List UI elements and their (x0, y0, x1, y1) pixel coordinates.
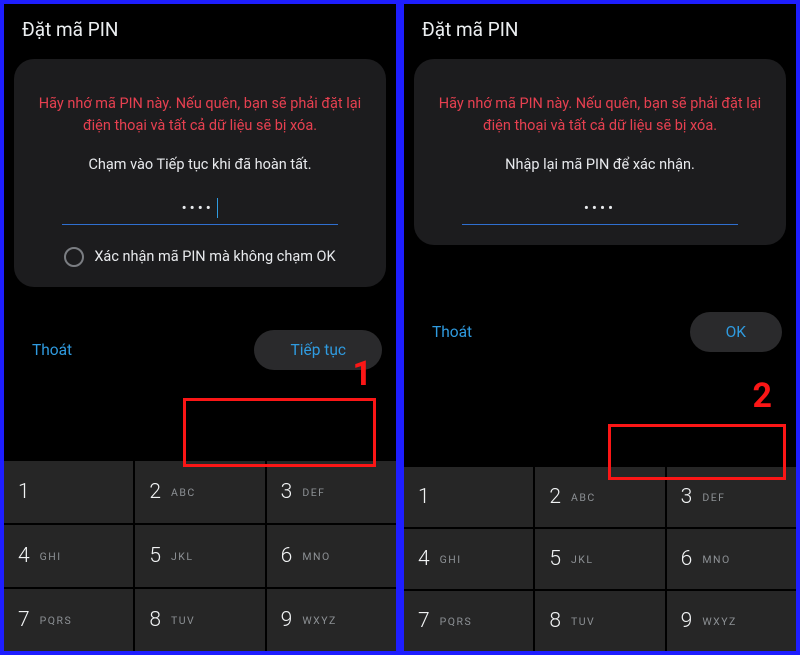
text-cursor (217, 198, 219, 218)
annotation-highlight-box (183, 398, 376, 467)
key-3[interactable]: 3DEF (667, 467, 796, 527)
instruction-text: Chạm vào Tiếp tục khi đã hoàn tất. (34, 156, 366, 173)
warning-text: Hãy nhớ mã PIN này. Nếu quên, bạn sẽ phả… (35, 93, 365, 138)
key-8[interactable]: 8TUV (535, 591, 664, 651)
numeric-keypad: 1 2ABC 3DEF 4GHI 5JKL 6MNO 7PQRS 8TUV 9W… (404, 465, 796, 651)
action-bar: Thoát Tiếp tục (4, 325, 396, 375)
annotation-step-number: 1 (352, 354, 372, 394)
pin-input[interactable]: •••• (462, 193, 738, 225)
radio-icon (64, 247, 84, 267)
pin-input[interactable]: •••• (62, 193, 338, 225)
instruction-text: Nhập lại mã PIN để xác nhận. (434, 156, 766, 173)
page-title: Đặt mã PIN (404, 4, 796, 47)
page-title: Đặt mã PIN (4, 4, 396, 47)
pin-masked-value: •••• (584, 199, 616, 217)
key-2[interactable]: 2ABC (135, 461, 264, 523)
pin-setup-card: Hãy nhớ mã PIN này. Nếu quên, bạn sẽ phả… (14, 59, 386, 287)
key-4[interactable]: 4GHI (404, 529, 533, 589)
pin-confirm-card: Hãy nhớ mã PIN này. Nếu quên, bạn sẽ phả… (414, 59, 786, 245)
pin-masked-value: •••• (182, 199, 214, 217)
key-5[interactable]: 5JKL (135, 525, 264, 587)
key-6[interactable]: 6MNO (267, 525, 396, 587)
screenshot-step-1: Đặt mã PIN Hãy nhớ mã PIN này. Nếu quên,… (0, 0, 400, 655)
confirm-without-ok-option[interactable]: Xác nhận mã PIN mà không chạm OK (34, 247, 366, 267)
key-8[interactable]: 8TUV (135, 589, 264, 651)
key-9[interactable]: 9WXYZ (267, 589, 396, 651)
key-4[interactable]: 4GHI (4, 525, 133, 587)
warning-text: Hãy nhớ mã PIN này. Nếu quên, bạn sẽ phả… (435, 93, 765, 138)
key-5[interactable]: 5JKL (535, 529, 664, 589)
option-label: Xác nhận mã PIN mà không chạm OK (94, 248, 335, 265)
action-bar: Thoát OK (404, 307, 796, 357)
key-1[interactable]: 1 (4, 461, 133, 523)
annotation-step-number: 2 (752, 376, 772, 416)
key-1[interactable]: 1 (404, 467, 533, 527)
key-2[interactable]: 2ABC (535, 467, 664, 527)
screenshot-step-2: Đặt mã PIN Hãy nhớ mã PIN này. Nếu quên,… (400, 0, 800, 655)
exit-button[interactable]: Thoát (18, 331, 86, 369)
key-6[interactable]: 6MNO (667, 529, 796, 589)
key-9[interactable]: 9WXYZ (667, 591, 796, 651)
ok-button[interactable]: OK (690, 312, 782, 352)
key-7[interactable]: 7PQRS (4, 589, 133, 651)
key-7[interactable]: 7PQRS (404, 591, 533, 651)
exit-button[interactable]: Thoát (418, 313, 486, 351)
numeric-keypad: 1 2ABC 3DEF 4GHI 5JKL 6MNO 7PQRS 8TUV 9W… (4, 459, 396, 651)
key-3[interactable]: 3DEF (267, 461, 396, 523)
